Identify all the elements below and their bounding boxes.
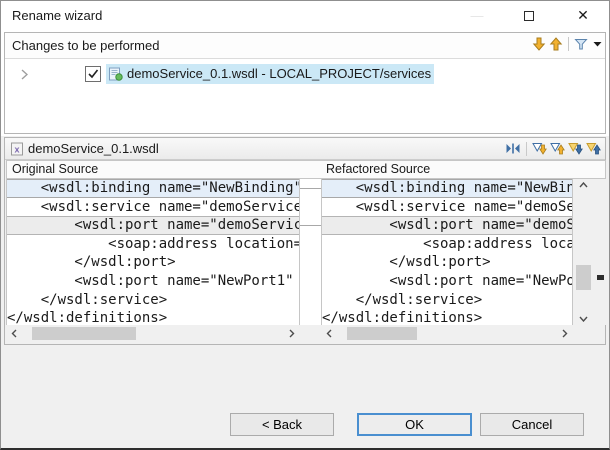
original-source-pane[interactable]: <wsdl:binding name="NewBinding" type= <w… xyxy=(6,179,300,325)
window-title: Rename wizard xyxy=(12,1,102,30)
scroll-down-arrow-icon[interactable] xyxy=(575,316,592,322)
original-source-header: Original Source xyxy=(6,160,300,179)
next-difference-icon[interactable] xyxy=(532,142,547,155)
minimize-button[interactable]: — xyxy=(461,1,493,30)
refactored-source-pane[interactable]: <wsdl:binding name="NewBinding" type= <w… xyxy=(321,179,573,325)
diff-connector-line xyxy=(300,225,321,226)
diff-connector-line xyxy=(300,188,321,189)
overview-ruler[interactable] xyxy=(594,179,606,325)
horizontal-scrollbar-thumb[interactable] xyxy=(347,327,417,340)
wsdl-file-icon xyxy=(108,67,123,81)
scroll-right-arrow-icon[interactable] xyxy=(562,327,568,338)
code-line[interactable]: </wsdl:port> xyxy=(322,253,572,272)
swap-view-icon[interactable] xyxy=(505,142,521,155)
code-line[interactable]: <wsdl:port name="demoService" bin xyxy=(322,216,572,235)
code-line[interactable]: </wsdl:port> xyxy=(7,253,299,272)
previous-difference-icon[interactable] xyxy=(550,142,565,155)
changes-section: Changes to be performed demoService_0.1.… xyxy=(4,32,606,134)
code-line[interactable]: </wsdl:definitions> xyxy=(7,309,299,325)
vertical-scrollbar[interactable] xyxy=(575,179,592,325)
toolbar-separator xyxy=(526,142,527,156)
compare-toolbar xyxy=(505,142,601,156)
svg-text:x: x xyxy=(14,144,19,154)
cancel-button[interactable]: Cancel xyxy=(480,413,584,436)
gutter-header xyxy=(299,160,322,179)
compare-viewer: x demoService_0.1.wsdl Original Source xyxy=(4,137,606,345)
code-line[interactable]: <wsdl:port name="NewPort1" bindin xyxy=(322,272,572,291)
xml-file-icon: x xyxy=(11,142,23,156)
code-line[interactable]: <wsdl:service name="demoService"> xyxy=(322,198,572,217)
tree-expand-chevron-icon[interactable] xyxy=(21,69,29,80)
code-line[interactable]: <wsdl:binding name="NewBinding" type= xyxy=(322,179,572,198)
scroll-up-arrow-icon[interactable] xyxy=(575,182,592,188)
code-line[interactable]: <soap:address location="http: xyxy=(7,235,299,254)
change-item-label: demoService_0.1.wsdl - LOCAL_PROJECT/ser… xyxy=(127,66,431,81)
changes-header: Changes to be performed xyxy=(5,33,605,59)
back-button[interactable]: < Back xyxy=(230,413,334,436)
filter-icon[interactable] xyxy=(574,37,588,51)
compare-file-label: demoService_0.1.wsdl xyxy=(28,141,159,156)
code-line[interactable]: <wsdl:service name="demoService"> xyxy=(7,198,299,217)
change-tree-row[interactable]: demoService_0.1.wsdl - LOCAL_PROJECT/ser… xyxy=(5,64,605,84)
overview-diff-marker[interactable] xyxy=(597,275,604,280)
move-down-icon[interactable] xyxy=(532,37,546,51)
previous-change-icon[interactable] xyxy=(586,142,601,155)
toolbar-separator xyxy=(568,37,569,51)
diff-connector-gutter xyxy=(300,179,321,325)
code-line[interactable]: <wsdl:binding name="NewBinding" type= xyxy=(7,179,299,198)
code-line[interactable]: </wsdl:service> xyxy=(7,291,299,310)
changes-toolbar xyxy=(532,37,602,51)
next-change-icon[interactable] xyxy=(568,142,583,155)
rename-wizard-dialog: { "titlebar": { "title": "Rename wizard"… xyxy=(0,0,610,450)
maximize-button[interactable] xyxy=(513,1,545,30)
compare-body: Original Source Refactored Source <wsdl:… xyxy=(5,160,605,344)
code-line[interactable]: </wsdl:definitions> xyxy=(322,309,572,325)
close-button[interactable]: ✕ xyxy=(567,1,599,30)
scroll-left-arrow-icon[interactable] xyxy=(11,327,17,338)
code-line[interactable]: <soap:address location="http: xyxy=(322,235,572,254)
original-horizontal-scrollbar[interactable] xyxy=(6,325,300,343)
scroll-right-arrow-icon[interactable] xyxy=(289,327,295,338)
change-checkbox[interactable] xyxy=(85,66,101,82)
code-line[interactable]: <wsdl:port name="demoService" bin xyxy=(7,216,299,235)
vertical-scrollbar-thumb[interactable] xyxy=(576,265,591,290)
titlebar[interactable]: Rename wizard — ✕ xyxy=(1,1,609,31)
scroll-left-arrow-icon[interactable] xyxy=(326,327,332,338)
selected-tree-item[interactable]: demoService_0.1.wsdl - LOCAL_PROJECT/ser… xyxy=(106,64,434,84)
maximize-icon xyxy=(524,11,534,21)
refactored-source-header: Refactored Source xyxy=(321,160,606,179)
horizontal-scrollbar-thumb[interactable] xyxy=(32,327,136,340)
code-line[interactable]: <wsdl:port name="NewPort1" bindin xyxy=(7,272,299,291)
compare-header: x demoService_0.1.wsdl xyxy=(5,138,605,160)
refactored-horizontal-scrollbar[interactable] xyxy=(321,325,573,343)
ok-button[interactable]: OK xyxy=(357,413,472,436)
code-line[interactable]: </wsdl:service> xyxy=(322,291,572,310)
move-up-icon[interactable] xyxy=(549,37,563,51)
view-menu-caret-icon[interactable] xyxy=(593,41,602,47)
